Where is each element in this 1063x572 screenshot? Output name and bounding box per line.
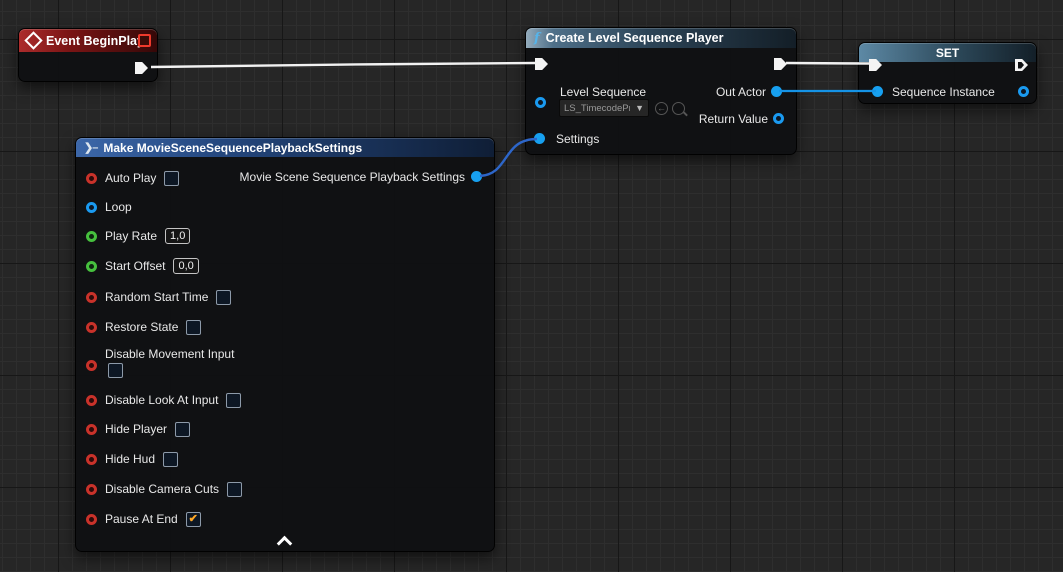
- pin-row-play-rate: Play Rate 1,0: [86, 227, 190, 245]
- exec-out-pin[interactable]: [135, 62, 148, 74]
- collapse-node-button[interactable]: [279, 535, 290, 546]
- node-set-title: SET: [936, 46, 959, 60]
- exec-in-pin[interactable]: [869, 59, 882, 71]
- node-set-header[interactable]: SET: [859, 43, 1036, 62]
- delegate-pin[interactable]: [138, 34, 151, 47]
- disable-camera-cuts-pin[interactable]: [86, 484, 97, 495]
- auto-play-pin[interactable]: [86, 173, 97, 184]
- return-value-pin[interactable]: [773, 113, 784, 124]
- node-make-playback-settings[interactable]: ❯– Make MovieSceneSequencePlaybackSettin…: [75, 137, 495, 552]
- random-start-time-pin[interactable]: [86, 292, 97, 303]
- hide-player-checkbox[interactable]: [175, 422, 190, 437]
- start-offset-input[interactable]: 0,0: [173, 258, 198, 274]
- pause-at-end-checkbox[interactable]: ✔: [186, 512, 201, 527]
- play-rate-input[interactable]: 1,0: [165, 228, 190, 244]
- hide-hud-checkbox[interactable]: [163, 452, 178, 467]
- exec-out-pin[interactable]: [1015, 59, 1028, 71]
- pause-at-end-label: Pause At End: [105, 512, 178, 526]
- pin-row-restore-state: Restore State: [86, 318, 201, 336]
- node-create-title: Create Level Sequence Player: [546, 31, 724, 45]
- playback-settings-out-label: Movie Scene Sequence Playback Settings: [240, 170, 465, 184]
- restore-state-label: Restore State: [105, 320, 178, 334]
- pin-row-disable-look-at-input: Disable Look At Input: [86, 391, 241, 409]
- exec-in-pin[interactable]: [535, 58, 548, 70]
- level-sequence-pin[interactable]: [535, 97, 546, 108]
- sequence-instance-out-pin[interactable]: [1018, 86, 1029, 97]
- pin-row-hide-player: Hide Player: [86, 420, 190, 438]
- function-icon: f: [534, 31, 540, 46]
- loop-label: Loop: [105, 200, 132, 214]
- disable-movement-input-pin[interactable]: [86, 360, 97, 371]
- chevron-down-icon: ▼: [635, 103, 644, 113]
- return-value-pin-label: Return Value: [699, 112, 768, 126]
- pin-row-start-offset: Start Offset 0,0: [86, 257, 199, 275]
- pin-row-disable-camera-cuts: Disable Camera Cuts: [86, 480, 242, 498]
- use-selected-asset-icon[interactable]: ←: [655, 102, 668, 115]
- play-rate-label: Play Rate: [105, 229, 157, 243]
- hide-player-pin[interactable]: [86, 424, 97, 435]
- playback-settings-out-pin[interactable]: [471, 171, 482, 182]
- settings-pin-label: Settings: [556, 132, 599, 146]
- make-struct-icon: ❯–: [84, 141, 97, 154]
- disable-camera-cuts-label: Disable Camera Cuts: [105, 482, 219, 496]
- node-make-title: Make MovieSceneSequencePlaybackSettings: [103, 141, 362, 155]
- restore-state-checkbox[interactable]: [186, 320, 201, 335]
- pin-row-loop: Loop: [86, 198, 132, 216]
- wire-exec-beginplay-to-create[interactable]: [151, 63, 536, 67]
- level-sequence-asset-dropdown[interactable]: LS_TimecodePro ▼: [559, 99, 649, 117]
- node-event-beginplay-title: Event BeginPlay: [46, 34, 144, 48]
- start-offset-pin[interactable]: [86, 261, 97, 272]
- level-sequence-pin-label: Level Sequence: [560, 85, 646, 99]
- disable-look-at-input-pin[interactable]: [86, 395, 97, 406]
- node-make-header[interactable]: ❯– Make MovieSceneSequencePlaybackSettin…: [76, 138, 494, 157]
- level-sequence-asset-value: LS_TimecodePro: [564, 103, 630, 114]
- out-actor-pin-label: Out Actor: [716, 85, 766, 99]
- disable-look-at-input-label: Disable Look At Input: [105, 393, 218, 407]
- browse-asset-icon[interactable]: [672, 102, 685, 115]
- node-set-sequence-instance[interactable]: SET Sequence Instance: [858, 42, 1037, 104]
- hide-hud-pin[interactable]: [86, 454, 97, 465]
- sequence-instance-in-pin[interactable]: [872, 86, 883, 97]
- out-actor-pin[interactable]: [771, 86, 782, 97]
- event-icon: [24, 31, 42, 49]
- settings-pin[interactable]: [534, 133, 545, 144]
- hide-hud-label: Hide Hud: [105, 452, 155, 466]
- pin-row-auto-play: Auto Play: [86, 169, 179, 187]
- disable-movement-input-checkbox[interactable]: [108, 363, 123, 378]
- auto-play-checkbox[interactable]: [164, 171, 179, 186]
- hide-player-label: Hide Player: [105, 422, 167, 436]
- blueprint-canvas[interactable]: Event BeginPlay f Create Level Sequence …: [0, 0, 1063, 572]
- sequence-instance-pin-label: Sequence Instance: [892, 85, 995, 99]
- node-create-level-sequence-player[interactable]: f Create Level Sequence Player Level Seq…: [525, 27, 797, 155]
- pin-row-pause-at-end: Pause At End ✔: [86, 510, 201, 528]
- node-event-beginplay-header[interactable]: Event BeginPlay: [19, 29, 157, 52]
- pin-row-hide-hud: Hide Hud: [86, 450, 178, 468]
- disable-camera-cuts-checkbox[interactable]: [227, 482, 242, 497]
- exec-out-pin[interactable]: [774, 58, 787, 70]
- start-offset-label: Start Offset: [105, 259, 165, 273]
- pin-row-random-start-time: Random Start Time: [86, 288, 231, 306]
- restore-state-pin[interactable]: [86, 322, 97, 333]
- disable-movement-input-label: Disable Movement Input: [105, 347, 234, 361]
- loop-pin[interactable]: [86, 202, 97, 213]
- random-start-time-label: Random Start Time: [105, 290, 208, 304]
- auto-play-label: Auto Play: [105, 171, 156, 185]
- random-start-time-checkbox[interactable]: [216, 290, 231, 305]
- play-rate-pin[interactable]: [86, 231, 97, 242]
- pause-at-end-pin[interactable]: [86, 514, 97, 525]
- node-create-header[interactable]: f Create Level Sequence Player: [526, 28, 796, 48]
- disable-look-at-input-checkbox[interactable]: [226, 393, 241, 408]
- node-event-beginplay[interactable]: Event BeginPlay: [18, 28, 158, 82]
